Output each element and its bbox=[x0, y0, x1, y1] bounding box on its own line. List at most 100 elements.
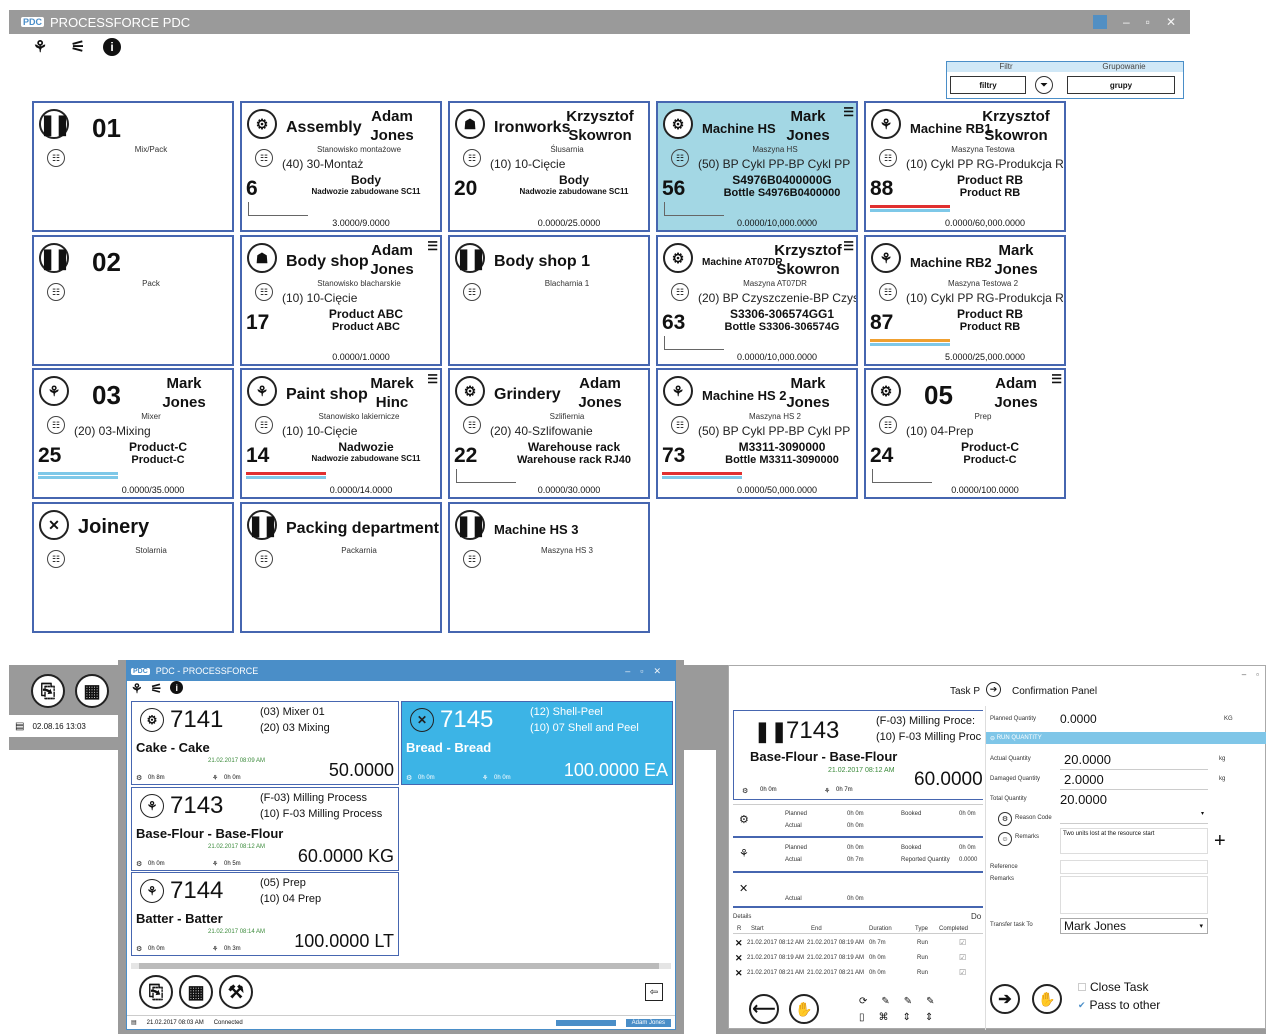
delete-row-icon[interactable]: ✕ bbox=[735, 938, 743, 949]
row-completed-check-icon[interactable]: ☑ bbox=[959, 953, 966, 962]
workstation-card[interactable]: ❚❚ Machine HS 3 ☷ Maszyna HS 3 bbox=[448, 502, 650, 633]
edit-icon[interactable]: ✎ bbox=[881, 996, 889, 1007]
list-icon[interactable]: ☷ bbox=[255, 149, 273, 167]
task-card[interactable]: ⚙ 7141 (03) Mixer 01 (20) 03 Mixing Cake - C… bbox=[131, 701, 399, 785]
workstation-card[interactable]: ❚❚ 02 ☷ Pack bbox=[32, 235, 234, 366]
remarks-input[interactable]: Two units lost at the resource start bbox=[1060, 828, 1208, 854]
refresh-icon[interactable]: ⟳ bbox=[859, 996, 867, 1007]
close-task-checkbox[interactable]: Close Task bbox=[1078, 980, 1148, 994]
scrollbar[interactable] bbox=[131, 963, 671, 969]
info-icon[interactable]: i bbox=[103, 38, 121, 56]
minimize-icon[interactable]: – bbox=[1123, 15, 1130, 29]
confirm-maximize-icon[interactable]: ▫ bbox=[1256, 670, 1259, 679]
menu-list-icon[interactable]: ☰ bbox=[427, 239, 438, 253]
group-button[interactable]: grupy bbox=[1067, 76, 1175, 94]
list-icon[interactable]: ☷ bbox=[463, 416, 481, 434]
back-arrow-icon[interactable]: ⟵ bbox=[749, 994, 779, 1024]
tasks-minimize-icon[interactable]: – bbox=[625, 666, 630, 676]
tasks-worker-icon[interactable]: ⚘ bbox=[131, 681, 143, 697]
sort-icon[interactable]: ⇕ bbox=[903, 1012, 911, 1023]
task-card[interactable]: ⚘ 7143 (F-03) Milling Process (10) F-03 Mil… bbox=[131, 787, 399, 871]
details-row[interactable]: ✕ 21.02.2017 08:21 AM 21.02.2017 08:21 AM 0… bbox=[733, 968, 983, 980]
cascade-windows-icon[interactable] bbox=[1092, 15, 1107, 29]
tasks-maximize-icon[interactable]: ▫ bbox=[640, 666, 643, 676]
list-icon[interactable]: ☷ bbox=[47, 550, 65, 568]
list-icon[interactable]: ☷ bbox=[255, 416, 273, 434]
reason-code-select[interactable]: ▾ bbox=[1060, 810, 1208, 824]
forklift-icon[interactable]: ⚒ bbox=[219, 975, 253, 1009]
workstation-card[interactable]: ❚❚ 01 ☷ Mix/Pack bbox=[32, 101, 234, 232]
tasks-terminal-icon[interactable]: ▦ bbox=[179, 975, 213, 1009]
tasks-new-icon[interactable]: ⎘ bbox=[139, 975, 173, 1009]
sort2-icon[interactable]: ⇕ bbox=[925, 1012, 933, 1023]
details-row[interactable]: ✕ 21.02.2017 08:19 AM 21.02.2017 08:19 AM 0… bbox=[733, 953, 983, 965]
confirm-task-card[interactable]: ❚❚ 7143 (F-03) Milling Proce: (10) F-03 … bbox=[733, 710, 983, 800]
list-icon[interactable]: ☷ bbox=[879, 283, 897, 301]
workstation-card[interactable]: ⚙ Grindery Adam Jones ☷ Szlifiernia (20) 40-S… bbox=[448, 368, 650, 499]
delete-row-icon[interactable]: ✕ bbox=[735, 968, 743, 979]
close-icon[interactable]: ✕ bbox=[1166, 15, 1176, 29]
list-icon[interactable]: ☷ bbox=[671, 283, 689, 301]
delete-row-icon[interactable]: ✕ bbox=[735, 953, 743, 964]
terminal-icon[interactable]: ▦ bbox=[75, 674, 109, 708]
workstation-card[interactable]: ⚙ Machine HS Mark Jones ☰ ☷ Maszyna HS (50) BP… bbox=[656, 101, 858, 232]
workstation-card[interactable]: ⚘ 03 Mark Jones ☷ Mixer (20) 03-Mixing 25 Produ… bbox=[32, 368, 234, 499]
tasks-close-icon[interactable]: ✕ bbox=[653, 666, 661, 677]
workstation-card[interactable]: ⚙ Assembly Adam Jones ☷ Stanowisko montażowe… bbox=[240, 101, 442, 232]
workstation-card[interactable]: ⚙ 05 Adam Jones ☰ ☷ Prep (10) 04-Prep 24 Product… bbox=[864, 368, 1066, 499]
menu-list-icon[interactable]: ☰ bbox=[427, 372, 438, 386]
transfer-select[interactable]: Mark Jones ▾ bbox=[1060, 918, 1208, 934]
list-icon[interactable]: ☷ bbox=[879, 416, 897, 434]
confirm-minimize-icon[interactable]: – bbox=[1242, 670, 1246, 679]
list-icon[interactable]: ☷ bbox=[47, 283, 65, 301]
reference-input[interactable] bbox=[1060, 860, 1208, 874]
list-icon[interactable]: ☷ bbox=[47, 149, 65, 167]
remarks2-input[interactable] bbox=[1060, 876, 1208, 914]
worker-icon[interactable]: ⚘ bbox=[27, 36, 53, 58]
details-row[interactable]: ✕ 21.02.2017 08:12 AM 21.02.2017 08:19 AM 0… bbox=[733, 938, 983, 950]
list-icon[interactable]: ☷ bbox=[671, 416, 689, 434]
menu-list-icon[interactable]: ☰ bbox=[1051, 372, 1062, 386]
workstation-card[interactable]: ☗ Ironworks Krzysztof Skowron ☷ Ślusarnia (10… bbox=[448, 101, 650, 232]
attach-icon[interactable]: ⌘ bbox=[879, 1012, 889, 1023]
task-card[interactable]: ✕ 7145 (12) Shell-Peel (10) 07 Shell and Pe… bbox=[401, 701, 673, 785]
list-icon[interactable]: ☷ bbox=[255, 550, 273, 568]
workstation-card[interactable]: ⚘ Machine RB1 Krzysztof Skowron ☷ Maszyna Te… bbox=[864, 101, 1066, 232]
workstation-card[interactable]: ⚙ Machine AT07DR Krzysztof Skowron ☰ ☷ Maszyn… bbox=[656, 235, 858, 366]
damaged-qty-input[interactable]: 2.0000 bbox=[1060, 772, 1208, 790]
exit-icon[interactable]: ⇦ bbox=[645, 983, 663, 1001]
list-icon[interactable]: ☷ bbox=[671, 149, 689, 167]
edit2-icon[interactable]: ✎ bbox=[904, 996, 912, 1007]
filter-button[interactable]: filtry bbox=[950, 76, 1026, 94]
funnel-icon[interactable]: ⏷ bbox=[1035, 76, 1053, 94]
workstation-card[interactable]: ⚘ Paint shop Marek Hinc ☰ ☷ Stanowisko lakier… bbox=[240, 368, 442, 499]
row-completed-check-icon[interactable]: ☑ bbox=[959, 938, 966, 947]
confirm-arrow-icon[interactable]: ➔ bbox=[990, 984, 1020, 1014]
list-icon[interactable]: ☷ bbox=[47, 416, 65, 434]
confirm-thumb-icon[interactable]: ✋ bbox=[1032, 984, 1062, 1014]
signal-icon[interactable]: ⚟ bbox=[65, 36, 91, 58]
run-quantity-header[interactable]: ⊖ RUN QUANTITY bbox=[986, 732, 1266, 744]
workstation-card[interactable]: ❚❚ Body shop 1 ☷ Blacharnia 1 bbox=[448, 235, 650, 366]
add-remark-icon[interactable]: + bbox=[1214, 830, 1226, 853]
actual-qty-input[interactable]: 20.0000 bbox=[1060, 752, 1208, 770]
list-icon[interactable]: ☷ bbox=[463, 550, 481, 568]
workstation-card[interactable]: ✕ Joinery ☷ Stolarnia bbox=[32, 502, 234, 633]
workstation-card[interactable]: ⚘ Machine HS 2 Mark Jones ☷ Maszyna HS 2 (50)… bbox=[656, 368, 858, 499]
menu-list-icon[interactable]: ☰ bbox=[843, 239, 854, 253]
workstation-card[interactable]: ☗ Body shop Adam Jones ☰ ☷ Stanowisko blachar… bbox=[240, 235, 442, 366]
edit3-icon[interactable]: ✎ bbox=[926, 996, 934, 1007]
workstation-card[interactable]: ❚❚ Packing department ☷ Packarnia bbox=[240, 502, 442, 633]
menu-list-icon[interactable]: ☰ bbox=[843, 105, 854, 119]
task-card[interactable]: ⚘ 7144 (05) Prep (10) 04 Prep Batter - Batte… bbox=[131, 872, 399, 956]
workstation-card[interactable]: ⚘ Machine RB2 Mark Jones ☷ Maszyna Testowa 2… bbox=[864, 235, 1066, 366]
document-icon[interactable]: ▯ bbox=[859, 1012, 865, 1023]
arrow-right-icon[interactable]: ➔ bbox=[986, 682, 1001, 697]
list-icon[interactable]: ☷ bbox=[255, 283, 273, 301]
maximize-icon[interactable]: ▫ bbox=[1146, 15, 1150, 29]
tasks-signal-icon[interactable]: ⚟ bbox=[151, 681, 163, 697]
new-task-icon[interactable]: ⎘ bbox=[31, 674, 65, 708]
pass-other-checkbox[interactable]: ✔ Pass to other bbox=[1078, 998, 1160, 1012]
list-icon[interactable]: ☷ bbox=[879, 149, 897, 167]
list-icon[interactable]: ☷ bbox=[463, 149, 481, 167]
